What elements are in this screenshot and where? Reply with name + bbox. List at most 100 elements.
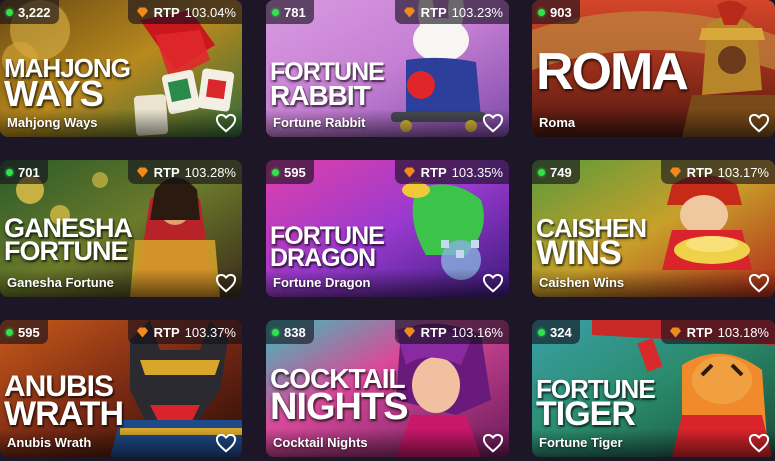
players-online-badge: 838	[266, 320, 314, 344]
diamond-icon	[403, 7, 415, 17]
card-top-bar: 838 RTP 103.16%	[266, 320, 509, 344]
rtp-badge: RTP 103.17%	[660, 160, 775, 184]
heart-outline-icon[interactable]	[215, 433, 237, 453]
game-card-ganesha-fortune[interactable]: GANESHA FORTUNE 701 RTP 103.28% Ganesha …	[0, 160, 242, 297]
rtp-label: RTP	[420, 324, 447, 340]
heart-outline-icon[interactable]	[748, 273, 770, 293]
game-name: Fortune Dragon	[273, 275, 371, 290]
online-dot-icon	[6, 168, 13, 176]
game-name: Ganesha Fortune	[7, 275, 114, 290]
card-top-bar: 3,222 RTP 103.04%	[0, 0, 242, 24]
game-logo-line2: WRATH	[4, 394, 124, 433]
game-card-fortune-tiger[interactable]: FORTUNE TIGER 324 RTP 103.18% Fortune Ti…	[532, 320, 775, 457]
players-online-badge: 903	[532, 0, 580, 24]
online-dot-icon	[6, 328, 13, 336]
diamond-icon	[403, 327, 415, 337]
game-card-caishen-wins[interactable]: CAISHEN WINS 749 RTP 103.17% Caishen Win…	[532, 160, 775, 297]
rtp-badge: RTP 103.35%	[394, 160, 509, 184]
online-dot-icon	[6, 8, 13, 16]
players-online-badge: 595	[0, 320, 48, 344]
game-name: Mahjong Ways	[7, 115, 98, 130]
rtp-badge: RTP 103.16%	[394, 320, 509, 344]
online-dot-icon	[538, 328, 545, 336]
online-dot-icon	[538, 8, 545, 16]
players-online-badge: 749	[532, 160, 580, 184]
game-logo: ANUBIS WRATH	[4, 372, 124, 433]
game-card-roma[interactable]: ROMA 903 Roma	[532, 0, 775, 137]
heart-outline-icon[interactable]	[748, 113, 770, 133]
card-top-bar: 701 RTP 103.28%	[0, 160, 242, 184]
players-count: 3,222	[18, 4, 51, 20]
heart-outline-icon[interactable]	[482, 273, 504, 293]
rtp-label: RTP	[153, 4, 180, 20]
game-name: Fortune Rabbit	[273, 115, 366, 130]
players-count: 838	[284, 324, 306, 340]
game-name: Roma	[539, 115, 576, 130]
game-logo: COCKTAIL NIGHTS	[270, 364, 409, 429]
rtp-value: 103.28%	[184, 164, 236, 180]
players-count: 749	[550, 164, 572, 180]
game-card-fortune-rabbit[interactable]: FORTUNE RABBIT 781 RTP 103.23% Fortune R…	[266, 0, 509, 137]
rtp-label: RTP	[420, 4, 447, 20]
heart-outline-icon[interactable]	[482, 433, 504, 453]
card-top-bar: 749 RTP 103.17%	[532, 160, 775, 184]
game-logo-line2: TIGER	[536, 395, 636, 434]
game-logo: FORTUNE DRAGON	[270, 224, 385, 272]
players-count: 781	[284, 4, 306, 20]
online-dot-icon	[272, 328, 279, 336]
rtp-label: RTP	[686, 164, 713, 180]
game-card-mahjong-ways[interactable]: MAHJONG WAYS 3,222 RTP 103.04% Mahjong W…	[0, 0, 242, 137]
game-logo-line2: FORTUNE	[4, 236, 129, 267]
players-online-badge: 595	[266, 160, 314, 184]
rtp-value: 103.17%	[717, 164, 769, 180]
players-count: 595	[284, 164, 306, 180]
rtp-value: 103.35%	[451, 164, 503, 180]
diamond-icon	[136, 7, 148, 17]
rtp-label: RTP	[153, 324, 180, 340]
online-dot-icon	[538, 168, 545, 176]
game-logo-line2: DRAGON	[270, 243, 376, 272]
diamond-icon	[136, 327, 148, 337]
players-count: 903	[550, 4, 572, 20]
rtp-badge: RTP 103.04%	[127, 0, 242, 24]
rtp-badge: RTP 103.18%	[660, 320, 775, 344]
diamond-icon	[669, 167, 681, 177]
game-logo: GANESHA FORTUNE	[4, 214, 133, 267]
players-count: 595	[18, 324, 40, 340]
card-top-bar: 781 RTP 103.23%	[266, 0, 509, 24]
rtp-label: RTP	[420, 164, 447, 180]
game-logo-line2: NIGHTS	[270, 386, 409, 429]
heart-outline-icon[interactable]	[482, 113, 504, 133]
players-online-badge: 3,222	[0, 0, 59, 24]
card-top-bar: 903	[532, 0, 775, 24]
game-name: Caishen Wins	[539, 275, 625, 290]
rtp-value: 103.16%	[451, 324, 503, 340]
game-logo: FORTUNE TIGER	[536, 376, 656, 434]
players-count: 324	[550, 324, 572, 340]
rtp-badge: RTP 103.28%	[127, 160, 242, 184]
card-top-bar: 595 RTP 103.35%	[266, 160, 509, 184]
rtp-value: 103.23%	[451, 4, 503, 20]
game-logo-line2: WAYS	[4, 73, 104, 115]
rtp-badge: RTP 103.37%	[127, 320, 242, 344]
game-logo: CAISHEN WINS	[536, 215, 647, 271]
game-name: Cocktail Nights	[273, 435, 368, 450]
card-top-bar: 324 RTP 103.18%	[532, 320, 775, 344]
game-card-cocktail-nights[interactable]: COCKTAIL NIGHTS 838 RTP 103.16% Cocktail…	[266, 320, 509, 457]
diamond-icon	[136, 167, 148, 177]
game-logo: FORTUNE RABBIT	[270, 60, 385, 109]
players-online-badge: 324	[532, 320, 580, 344]
game-grid: MAHJONG WAYS 3,222 RTP 103.04% Mahjong W…	[0, 0, 775, 461]
heart-outline-icon[interactable]	[748, 433, 770, 453]
rtp-badge: RTP 103.23%	[394, 0, 509, 24]
game-logo: MAHJONG WAYS	[4, 55, 131, 115]
players-count: 701	[18, 164, 40, 180]
heart-outline-icon[interactable]	[215, 273, 237, 293]
game-card-fortune-dragon[interactable]: FORTUNE DRAGON 595 RTP 103.35% Fortune D…	[266, 160, 509, 297]
rtp-value: 103.18%	[717, 324, 769, 340]
rtp-value: 103.37%	[184, 324, 236, 340]
heart-outline-icon[interactable]	[215, 113, 237, 133]
game-card-anubis-wrath[interactable]: ANUBIS WRATH 595 RTP 103.37% Anubis Wrat…	[0, 320, 242, 457]
game-name: Anubis Wrath	[7, 435, 92, 450]
rtp-label: RTP	[686, 324, 713, 340]
